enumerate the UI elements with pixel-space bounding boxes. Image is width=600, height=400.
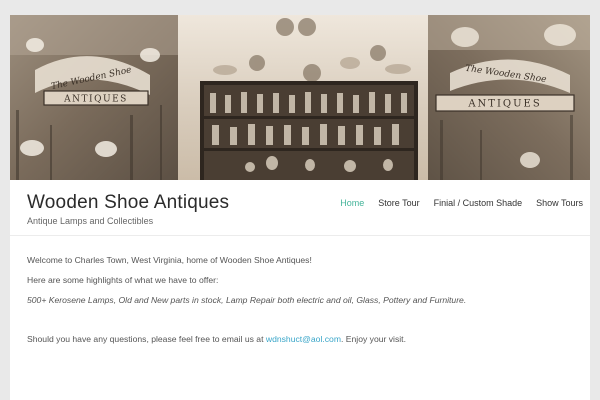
site-title[interactable]: Wooden Shoe Antiques <box>27 192 229 214</box>
site-tagline: Antique Lamps and Collectibles <box>27 216 154 226</box>
nav-item-home[interactable]: Home <box>333 198 371 212</box>
site-header: Wooden Shoe Antiques Antique Lamps and C… <box>10 180 590 236</box>
nav-item-show-tours[interactable]: Show Tours <box>529 198 590 212</box>
main-nav: Home Store Tour Finial / Custom Shade Sh… <box>333 198 590 212</box>
page: The Wooden Shoe ANTIQUES The Wooden Shoe… <box>10 15 590 400</box>
email-link[interactable]: wdnshuct@aol.com <box>266 334 341 344</box>
contact-text-after: . Enjoy your visit. <box>341 334 406 344</box>
contact-text: Should you have any questions, please fe… <box>27 334 406 345</box>
left-sign-plate: ANTIQUES <box>63 95 128 105</box>
nav-item-store-tour[interactable]: Store Tour <box>371 198 426 212</box>
highlights-intro: Here are some highlights of what we have… <box>27 275 219 285</box>
nav-item-finial-custom-shade[interactable]: Finial / Custom Shade <box>427 198 530 212</box>
welcome-text: Welcome to Charles Town, West Virginia, … <box>27 255 312 265</box>
contact-text-before: Should you have any questions, please fe… <box>27 334 266 344</box>
right-sign-plate: ANTIQUES <box>467 99 541 110</box>
header-banner-image: The Wooden Shoe ANTIQUES The Wooden Shoe… <box>10 15 590 180</box>
highlights-list: 500+ Kerosene Lamps, Old and New parts i… <box>27 295 467 305</box>
